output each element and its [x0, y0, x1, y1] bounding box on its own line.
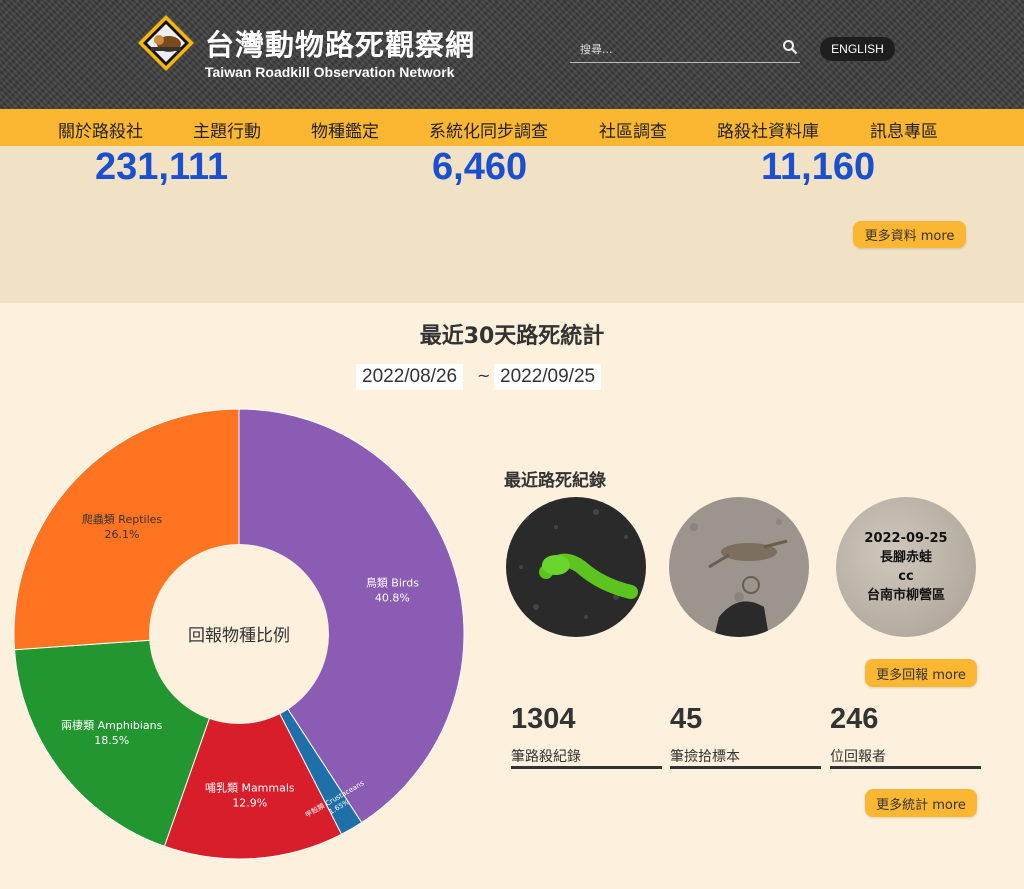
site-header: 台灣動物路死觀察網 Taiwan Roadkill Observation Ne…: [0, 0, 1024, 109]
count-roadkill-value: 1304: [511, 703, 576, 735]
nav-item-themes[interactable]: 主題行動: [193, 117, 261, 142]
stat-number: 6,460: [432, 146, 528, 188]
stat-number: 11,160: [761, 146, 876, 188]
more-report-button[interactable]: 更多回報 more: [865, 659, 977, 687]
nav-item-community[interactable]: 社區調查: [599, 117, 667, 142]
record-photo-snake[interactable]: [506, 497, 646, 637]
count-roadkill-label: 筆路殺紀錄: [511, 749, 581, 765]
site-logo[interactable]: [137, 14, 195, 72]
site-title[interactable]: 台灣動物路死觀察網: [205, 22, 475, 64]
nav-item-news[interactable]: 訊息專區: [870, 117, 938, 142]
slice-name-label: 鳥類 Birds: [366, 575, 419, 589]
date-separator: ~: [477, 366, 491, 385]
slice-percent-label: 40.8%: [375, 591, 410, 604]
date-from[interactable]: 2022/08/26: [356, 364, 464, 390]
nav-item-sync-survey[interactable]: 系統化同步調查: [429, 117, 548, 142]
search-icon[interactable]: [782, 39, 798, 55]
stat-number: 231,111: [95, 146, 229, 188]
frog-photo-image: [669, 497, 809, 637]
divider: [830, 766, 981, 769]
donut-center-label: 回報物種比例: [188, 626, 290, 646]
search-box: [570, 36, 800, 63]
count-reporter-label: 位回報者: [830, 749, 886, 765]
slice-name-label: 爬蟲類 Reptiles: [82, 513, 163, 526]
main-nav: 關於路殺社 主題行動 物種鑑定 系統化同步調查 社區調查 路殺社資料庫 訊息專區: [0, 109, 1024, 146]
site-subtitle: Taiwan Roadkill Observation Network: [205, 64, 455, 80]
slice-name-label: 哺乳類 Mammals: [205, 782, 295, 795]
record-location: 台南市柳營區: [866, 588, 945, 603]
stats-band: 231,111 6,460 11,160 更多資料 more: [0, 146, 1024, 303]
more-data-button[interactable]: 更多資料 more: [853, 221, 966, 248]
record-card-latest[interactable]: 2022-09-25 長腳赤蛙 cc 台南市柳營區: [836, 497, 976, 637]
english-button[interactable]: ENGLISH: [820, 37, 895, 61]
record-date: 2022-09-25: [864, 531, 948, 546]
divider: [511, 766, 662, 769]
slice-name-label: 兩棲類 Amphibians: [61, 719, 162, 732]
nav-item-species-id[interactable]: 物種鑑定: [311, 117, 379, 142]
species-donut-chart: 回報物種比例 鳥類 Birds40.8%甲殼類 Crustaceans1.65%…: [13, 408, 465, 860]
record-photo-frog[interactable]: [669, 497, 809, 637]
section-title: 最近30天路死統計: [419, 324, 605, 349]
more-stats-button[interactable]: 更多統計 more: [865, 789, 977, 817]
slice-percent-label: 12.9%: [232, 797, 267, 810]
slice-percent-label: 26.1%: [105, 528, 140, 541]
count-specimen-value: 45: [670, 703, 703, 735]
date-to[interactable]: 2022/09/25: [494, 364, 602, 390]
nav-item-database[interactable]: 路殺社資料庫: [717, 117, 819, 142]
recent-records-title: 最近路死紀錄: [504, 471, 606, 491]
divider: [670, 766, 821, 769]
count-reporter-value: 246: [830, 703, 879, 735]
snake-photo-image: [506, 497, 646, 637]
search-input[interactable]: [578, 38, 772, 60]
nav-item-about[interactable]: 關於路殺社: [58, 117, 143, 142]
count-specimen-label: 筆撿拾標本: [670, 749, 740, 765]
record-license: cc: [898, 569, 914, 584]
slice-percent-label: 18.5%: [94, 734, 129, 747]
record-species: 長腳赤蛙: [879, 550, 932, 565]
